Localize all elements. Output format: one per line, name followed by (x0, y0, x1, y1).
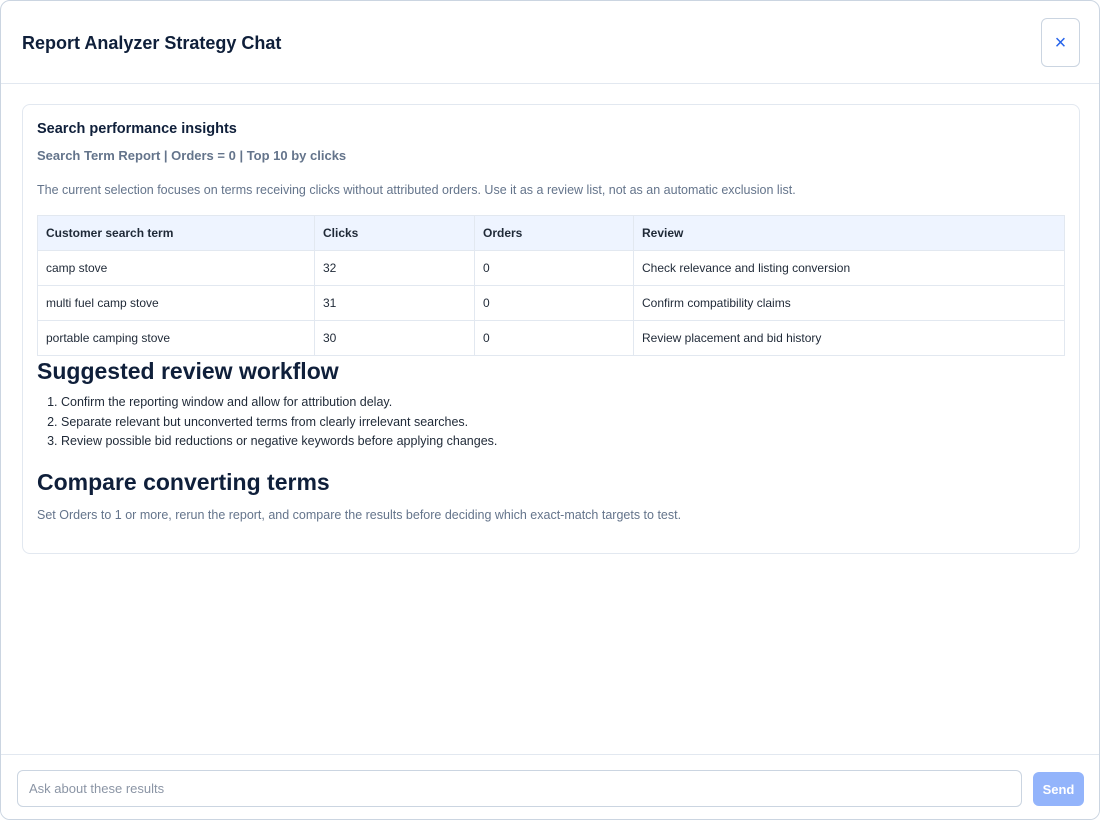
cell-review: Confirm compatibility claims (633, 285, 1065, 321)
send-button[interactable]: Send (1033, 772, 1084, 806)
compare-heading: Compare converting terms (37, 469, 330, 495)
cell-clicks: 30 (314, 320, 475, 356)
column-header-review: Review (633, 215, 1065, 251)
cell-orders: 0 (474, 250, 634, 286)
chat-body: Search performance insights Search Term … (1, 85, 1099, 754)
workflow-step: Review possible bid reductions or negati… (61, 432, 497, 452)
compare-text: Set Orders to 1 or more, rerun the repor… (37, 508, 682, 522)
workflow-heading: Suggested review workflow (37, 358, 339, 384)
workflow-step: Confirm the reporting window and allow f… (61, 393, 497, 413)
insights-title: Search performance insights (37, 121, 237, 137)
column-header-orders: Orders (474, 215, 634, 251)
dialog-title: Report Analyzer Strategy Chat (22, 33, 282, 53)
close-button[interactable]: × (1041, 18, 1080, 67)
search-terms-table: Customer search term Clicks Orders Revie… (37, 215, 1065, 356)
insights-card: Search performance insights Search Term … (22, 104, 1080, 554)
workflow-steps: Confirm the reporting window and allow f… (37, 393, 497, 452)
strategy-chat-dialog: Report Analyzer Strategy Chat × Search p… (0, 0, 1100, 820)
cell-orders: 0 (474, 285, 634, 321)
cell-orders: 0 (474, 320, 634, 356)
cell-search-term: camp stove (37, 250, 315, 286)
close-icon: × (1054, 32, 1067, 54)
table-row: portable camping stove 30 0 Review place… (37, 320, 1065, 356)
cell-search-term: multi fuel camp stove (37, 285, 315, 321)
cell-review: Check relevance and listing conversion (633, 250, 1065, 286)
column-header-search-term: Customer search term (37, 215, 315, 251)
cell-search-term: portable camping stove (37, 320, 315, 356)
table-header-row: Customer search term Clicks Orders Revie… (37, 215, 1065, 251)
chat-composer: Send (1, 754, 1099, 819)
cell-review: Review placement and bid history (633, 320, 1065, 356)
report-summary: Search Term Report | Orders = 0 | Top 10… (37, 148, 347, 163)
workflow-step: Separate relevant but unconverted terms … (61, 413, 497, 433)
cell-clicks: 32 (314, 250, 475, 286)
dialog-header: Report Analyzer Strategy Chat × (1, 1, 1099, 84)
table-row: multi fuel camp stove 31 0 Confirm compa… (37, 285, 1065, 321)
column-header-clicks: Clicks (314, 215, 475, 251)
insights-description: The current selection focuses on terms r… (37, 183, 796, 197)
cell-clicks: 31 (314, 285, 475, 321)
chat-input[interactable] (17, 770, 1022, 807)
table-row: camp stove 32 0 Check relevance and list… (37, 250, 1065, 286)
